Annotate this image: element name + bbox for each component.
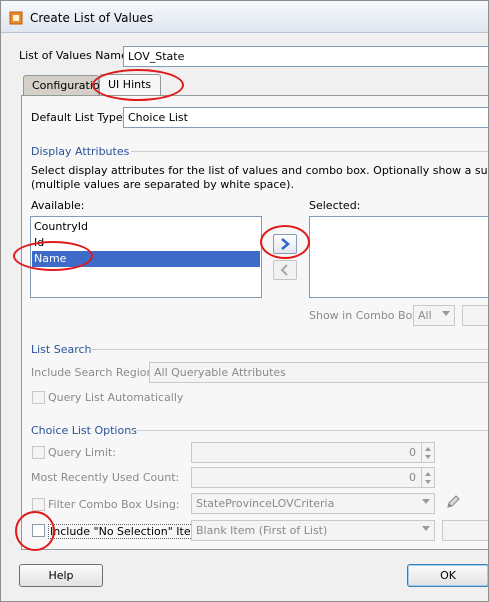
include-no-selection-select[interactable]: Blank Item (First of List) — [191, 520, 435, 541]
tab-ui-hints[interactable]: UI Hints — [99, 74, 161, 96]
section-divider — [129, 430, 488, 431]
window-title: Create List of Values — [30, 11, 154, 25]
ok-button[interactable]: OK — [407, 564, 488, 587]
most-recently-used-input[interactable]: 0 — [191, 467, 435, 488]
dropdown-arrow-icon — [422, 499, 430, 504]
no-selection-label-input[interactable] — [442, 520, 488, 541]
move-right-button[interactable] — [273, 234, 297, 254]
list-item-countryid[interactable]: CountryId — [32, 219, 260, 235]
help-button-label: Help — [48, 569, 74, 582]
list-search-title: List Search — [31, 343, 92, 356]
most-recently-used-spinner[interactable] — [421, 467, 434, 488]
show-in-combo-count-input[interactable] — [462, 305, 488, 326]
query-limit-input[interactable]: 0 — [191, 442, 435, 463]
section-divider — [89, 349, 488, 350]
filter-combo-select[interactable]: StateProvinceLOVCriteria — [191, 493, 435, 514]
available-label: Available: — [31, 199, 85, 212]
lov-name-input[interactable]: LOV_State — [123, 46, 488, 67]
dropdown-arrow-icon — [442, 311, 450, 316]
query-automatically-checkbox[interactable] — [32, 391, 45, 404]
list-item-name[interactable]: Name — [32, 251, 260, 267]
query-limit-spinner[interactable] — [421, 442, 434, 463]
create-lov-dialog: Create List of Values List of Values Nam… — [0, 0, 489, 602]
section-divider — [131, 151, 488, 152]
dropdown-arrow-icon — [422, 526, 430, 531]
display-attributes-description-1: Select display attributes for the list o… — [31, 164, 488, 177]
default-list-type-label: Default List Type: — [31, 111, 127, 124]
selected-label: Selected: — [309, 199, 361, 212]
list-item-id[interactable]: Id — [32, 235, 260, 251]
include-search-region-label: Include Search Region: — [31, 366, 158, 379]
show-in-combo-label: Show in Combo Box: — [309, 309, 423, 322]
ok-button-label: OK — [440, 569, 456, 582]
filter-combo-value: StateProvinceLOVCriteria — [196, 497, 335, 510]
include-search-region-select[interactable]: All Queryable Attributes — [149, 362, 488, 383]
tab-configuration[interactable]: Configuration — [23, 75, 107, 96]
include-no-selection-checkbox[interactable] — [32, 524, 45, 537]
selected-list[interactable] — [309, 216, 488, 298]
default-list-type-select[interactable]: Choice List — [123, 107, 488, 128]
move-left-button[interactable] — [273, 260, 297, 280]
pencil-icon[interactable] — [445, 494, 461, 510]
show-in-combo-select[interactable]: All — [413, 305, 455, 326]
choice-list-options-title: Choice List Options — [31, 424, 137, 437]
title-bar: Create List of Values — [1, 1, 488, 33]
filter-combo-checkbox[interactable] — [32, 498, 45, 511]
app-icon — [9, 11, 23, 25]
show-in-combo-value: All — [418, 309, 432, 322]
include-no-selection-value: Blank Item (First of List) — [196, 524, 328, 537]
help-button[interactable]: Help — [19, 564, 103, 587]
display-attributes-description-2: (multiple values are separated by white … — [31, 178, 294, 191]
filter-combo-label: Filter Combo Box Using: — [48, 498, 180, 511]
chevron-left-icon — [280, 264, 288, 276]
most-recently-used-label: Most Recently Used Count: — [31, 471, 180, 484]
query-automatically-label: Query List Automatically — [48, 391, 184, 404]
display-attributes-title: Display Attributes — [31, 145, 130, 158]
lov-name-label: List of Values Name: — [19, 49, 132, 62]
chevron-right-icon — [281, 238, 290, 250]
query-limit-label: Query Limit: — [48, 446, 116, 459]
include-no-selection-label: Include "No Selection" Item: — [48, 524, 208, 539]
query-limit-checkbox[interactable] — [32, 446, 45, 459]
available-list[interactable]: CountryId Id Name — [30, 216, 262, 298]
